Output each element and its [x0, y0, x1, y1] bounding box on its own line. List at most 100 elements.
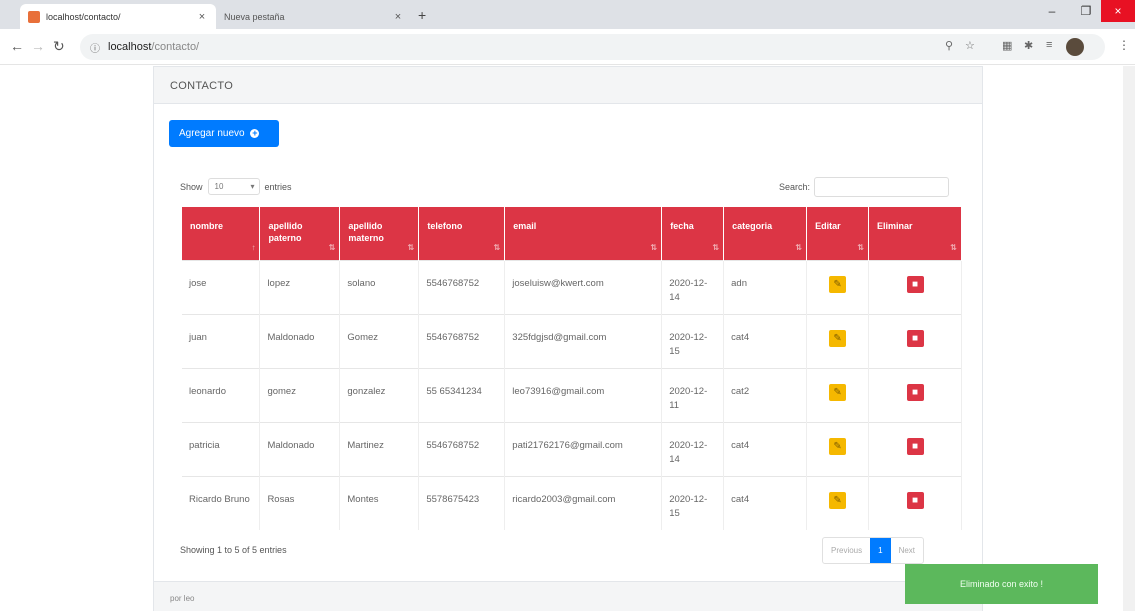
cell-eliminar: ■ — [868, 313, 962, 368]
column-header[interactable]: apellido paterno ⇅ — [259, 207, 341, 260]
sort-asc-icon: ↑ — [251, 242, 256, 252]
table-row: Ricardo Bruno Rosas Montes 5578675423 ri… — [182, 475, 962, 530]
bookmark-star-icon[interactable]: ☆ — [965, 39, 975, 52]
cell-telefono: 5546768752 — [418, 421, 506, 476]
column-header[interactable]: Editar ⇅ — [806, 207, 870, 260]
table-row: jose lopez solano 5546768752 joseluisw@k… — [182, 259, 962, 314]
cell-nombre: juan — [182, 313, 261, 368]
column-header[interactable]: telefono ⇅ — [418, 207, 506, 260]
next-page-button[interactable]: Next — [891, 538, 923, 563]
cell-categoria: cat4 — [723, 313, 808, 368]
plus-circle-icon: + — [250, 128, 260, 138]
cell-editar: ✎ — [806, 367, 870, 422]
page-scrollbar[interactable] — [1123, 66, 1135, 611]
sort-icon: ⇅ — [493, 242, 501, 252]
cell-apellido-materno: Martinez — [339, 421, 420, 476]
cell-apellido-paterno: gomez — [259, 367, 341, 422]
new-tab-button[interactable]: + — [418, 7, 426, 23]
table-row: patricia Maldonado Martinez 5546768752 p… — [182, 421, 962, 476]
close-tab-icon[interactable]: × — [196, 11, 208, 23]
close-tab-icon[interactable]: × — [392, 11, 404, 23]
column-header[interactable]: categoria ⇅ — [723, 207, 808, 260]
trash-icon[interactable]: ■ — [906, 383, 924, 401]
contact-card: CONTACTO Agregar nuevo + Show 10 ▾ entri… — [153, 66, 983, 611]
maximize-button[interactable]: ❐ — [1069, 0, 1103, 22]
puzzle-icon[interactable]: ✱ — [1024, 39, 1033, 52]
back-arrow-icon[interactable]: ← — [10, 38, 24, 54]
cell-nombre: jose — [182, 259, 261, 314]
cell-apellido-materno: gonzalez — [339, 367, 420, 422]
trash-icon[interactable]: ■ — [906, 491, 924, 509]
sort-icon: ⇅ — [950, 242, 957, 252]
column-header[interactable]: email ⇅ — [504, 207, 663, 260]
table-info: Showing 1 to 5 of 5 entries — [180, 545, 287, 555]
sort-icon: ⇅ — [857, 242, 865, 252]
card-title: CONTACTO — [154, 67, 982, 104]
trash-icon[interactable]: ■ — [906, 437, 924, 455]
search-label: Search: — [779, 182, 811, 192]
cell-email: pati21762176@gmail.com — [504, 421, 663, 476]
tab-contacto[interactable]: localhost/contacto/ × — [20, 4, 216, 29]
cell-categoria: adn — [723, 259, 808, 314]
search-input[interactable] — [814, 177, 950, 197]
zoom-icon[interactable]: ⚲ — [945, 39, 953, 52]
close-window-button[interactable]: × — [1101, 0, 1135, 22]
entries-label: entries — [264, 181, 292, 192]
cell-editar: ✎ — [806, 421, 870, 476]
success-toast: Eliminado con exito ! — [905, 564, 1098, 604]
tab-nueva-pestana[interactable]: Nueva pestaña × — [216, 4, 412, 29]
column-header[interactable]: Eliminar ⇅ — [868, 207, 962, 260]
forward-arrow-icon[interactable]: → — [31, 38, 45, 54]
edit-icon[interactable]: ✎ — [829, 329, 847, 347]
media-icon[interactable]: ≡ — [1046, 39, 1052, 51]
page-1-button[interactable]: 1 — [870, 538, 891, 563]
table-row: leonardo gomez gonzalez 55 65341234 leo7… — [182, 367, 962, 422]
edit-icon[interactable]: ✎ — [829, 383, 847, 401]
cell-apellido-materno: solano — [339, 259, 420, 314]
profile-avatar[interactable] — [1066, 38, 1084, 56]
sort-icon: ⇅ — [712, 242, 720, 252]
entries-length-control: Show 10 ▾ entries — [180, 178, 292, 195]
cell-editar: ✎ — [806, 313, 870, 368]
address-bar: ← → ↻ ⓘ localhost/contacto/ ⚲ ☆ ▦ ✱ ≡ ⋮ — [0, 29, 1135, 65]
search-control: Search: — [779, 177, 950, 197]
cell-eliminar: ■ — [868, 367, 962, 422]
cell-categoria: cat2 — [723, 367, 808, 422]
cell-eliminar: ■ — [868, 475, 962, 530]
edit-icon[interactable]: ✎ — [829, 437, 847, 455]
sort-icon: ⇅ — [795, 242, 803, 252]
cell-telefono: 55 65341234 — [418, 367, 506, 422]
column-header[interactable]: nombre ↑ — [182, 207, 261, 260]
cell-apellido-paterno: Rosas — [259, 475, 341, 530]
tab-title: localhost/contacto/ — [46, 11, 121, 22]
show-label: Show — [180, 181, 203, 192]
minimize-button[interactable]: – — [1035, 0, 1069, 22]
cell-fecha: 2020-12-14 — [661, 259, 725, 314]
menu-dots-icon[interactable]: ⋮ — [1118, 38, 1130, 52]
cell-nombre: leonardo — [182, 367, 261, 422]
cell-fecha: 2020-12-15 — [661, 313, 725, 368]
entries-select[interactable]: 10 ▾ — [207, 178, 260, 195]
cell-apellido-paterno: lopez — [259, 259, 341, 314]
trash-icon[interactable]: ■ — [906, 275, 924, 293]
column-header[interactable]: fecha ⇅ — [661, 207, 725, 260]
cell-fecha: 2020-12-14 — [661, 421, 725, 476]
trash-icon[interactable]: ■ — [906, 329, 924, 347]
tab-title: Nueva pestaña — [224, 11, 285, 22]
extension-icon[interactable]: ▦ — [1002, 39, 1012, 52]
cell-email: leo73916@gmail.com — [504, 367, 663, 422]
edit-icon[interactable]: ✎ — [829, 491, 847, 509]
contacts-table: nombre ↑ apellido paterno ⇅ apellido mater… — [182, 207, 962, 530]
reload-icon[interactable]: ↻ — [53, 38, 65, 55]
sort-icon: ⇅ — [328, 242, 336, 252]
site-favicon-icon — [28, 10, 40, 23]
cell-fecha: 2020-12-11 — [661, 367, 725, 422]
cell-nombre: patricia — [182, 421, 261, 476]
column-header[interactable]: apellido materno ⇅ — [339, 207, 420, 260]
previous-page-button[interactable]: Previous — [823, 538, 870, 563]
info-icon[interactable]: ⓘ — [90, 40, 100, 55]
cell-apellido-materno: Montes — [339, 475, 420, 530]
entries-select-value: 10 — [214, 182, 224, 191]
edit-icon[interactable]: ✎ — [829, 275, 847, 293]
add-new-button[interactable]: Agregar nuevo + — [169, 120, 279, 147]
